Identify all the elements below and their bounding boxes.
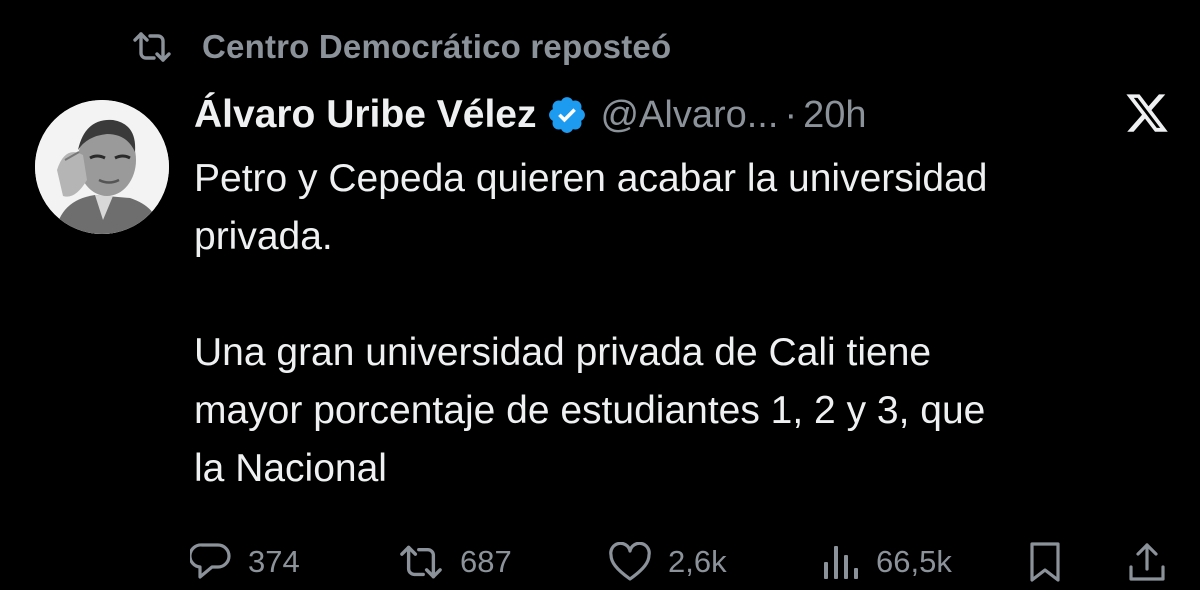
paragraph-1: Petro y Cepeda quieren acabar la univers… — [194, 150, 1184, 266]
paragraph-2: Una gran universidad privada de Cali tie… — [194, 324, 1184, 498]
repost-count: 687 — [460, 544, 512, 579]
tweet-text: Petro y Cepeda quieren acabar la univers… — [194, 150, 1184, 498]
timestamp[interactable]: 20h — [803, 94, 866, 137]
repost-context[interactable]: Centro Democrático reposteó — [132, 26, 671, 68]
reply-count: 374 — [248, 544, 300, 579]
text-line: Petro y Cepeda quieren acabar la univers… — [194, 157, 988, 200]
share-button[interactable] — [1127, 532, 1167, 590]
profile-avatar[interactable] — [35, 100, 169, 234]
views-icon — [820, 542, 860, 582]
tweet-header: Álvaro Uribe Vélez @Alvaro... · 20h — [194, 88, 867, 142]
text-line: Una gran universidad privada de Cali tie… — [194, 331, 932, 374]
tweet-screenshot: Centro Democrático reposteó Álvaro Uribe… — [0, 0, 1200, 590]
text-line: mayor porcentaje de estudiantes 1, 2 y 3… — [194, 389, 986, 432]
verified-badge-icon[interactable] — [546, 94, 588, 136]
like-count: 2,6k — [668, 544, 727, 579]
x-logo-icon — [1124, 90, 1170, 136]
user-handle[interactable]: @Alvaro... — [600, 94, 778, 137]
text-line: la Nacional — [194, 447, 387, 490]
views-button[interactable]: 66,5k — [820, 532, 952, 590]
repost-button[interactable]: 687 — [398, 532, 512, 590]
like-button[interactable]: 2,6k — [608, 532, 727, 590]
action-bar: 374 687 2,6k 66,5k — [190, 532, 1175, 590]
reply-icon — [190, 542, 232, 582]
views-count: 66,5k — [876, 544, 952, 579]
bookmark-icon — [1027, 541, 1063, 583]
repost-label: Centro Democrático reposteó — [202, 28, 672, 65]
heart-icon — [608, 542, 652, 582]
reply-button[interactable]: 374 — [190, 532, 300, 590]
repost-icon — [132, 31, 172, 63]
display-name[interactable]: Álvaro Uribe Vélez — [194, 93, 536, 137]
bookmark-button[interactable] — [1027, 532, 1063, 590]
repost-icon — [398, 544, 444, 580]
text-line: privada. — [194, 215, 333, 258]
separator-dot: · — [784, 93, 798, 136]
share-icon — [1127, 541, 1167, 583]
